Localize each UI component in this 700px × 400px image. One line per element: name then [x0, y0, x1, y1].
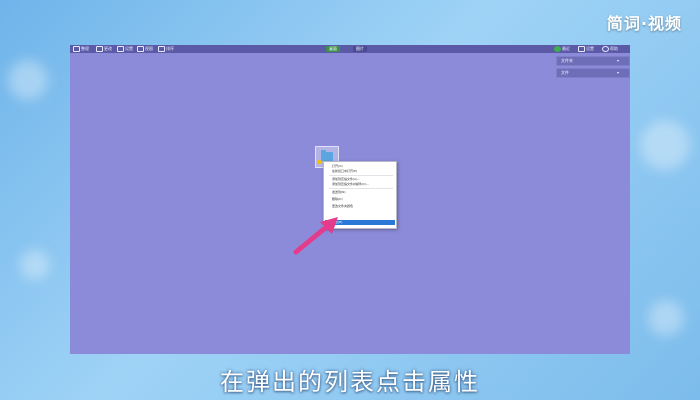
brand-logo: 简词·视频 [606, 14, 682, 33]
help-icon [602, 46, 609, 52]
arrow-shaft [293, 221, 333, 255]
sort-icon [158, 46, 165, 52]
tab-desktop[interactable]: 桌面 [326, 46, 340, 52]
toolbar-item-organize[interactable]: 整理 [73, 45, 89, 53]
view-icon [137, 46, 144, 52]
side-panel: 文件夹 ▾ 文件 ▾ [556, 56, 630, 80]
top-toolbar: 整理 更改 设置 视图 排序 桌面 图片 最近 设置 帮助 [70, 45, 630, 53]
chevron-down-icon: ▾ [616, 70, 619, 75]
side-panel-row-file[interactable]: 文件 ▾ [556, 68, 630, 78]
toolbar-item-change[interactable]: 更改 [96, 45, 112, 53]
background-bokeh [648, 300, 684, 336]
toolbar-item-sort[interactable]: 排序 [158, 45, 174, 53]
toolbar-item-settings[interactable]: 设置 [117, 45, 133, 53]
green-dot-icon [554, 46, 561, 52]
menu-item-send-to[interactable]: 发送到(N) [325, 190, 395, 195]
menu-item-add-to-archive-email[interactable]: 添加到压缩文件并邮件(C)... [325, 182, 395, 187]
lock-icon [317, 160, 321, 164]
toolbar-item-view[interactable]: 视图 [137, 45, 153, 53]
menu-item-folder-color[interactable]: 更改文件夹颜色 [325, 204, 395, 209]
menu-icon [73, 46, 80, 52]
toolbar-item-help[interactable]: 帮助 [602, 45, 618, 53]
chevron-down-icon: ▾ [616, 58, 619, 63]
pointer-arrow-icon [293, 217, 338, 255]
desktop-screen: 整理 更改 设置 视图 排序 桌面 图片 最近 设置 帮助 文件夹 ▾ 文件 ▾… [70, 45, 630, 354]
menu-separator [329, 188, 393, 189]
tab-pictures[interactable]: 图片 [353, 46, 367, 52]
folder-icon [321, 150, 333, 161]
side-panel-row-folder[interactable]: 文件夹 ▾ [556, 56, 630, 66]
toolbar-item-recent[interactable]: 最近 [554, 45, 570, 53]
toolbar-item-settings-right[interactable]: 设置 [578, 45, 594, 53]
video-caption: 在弹出的列表点击属性 [220, 368, 480, 396]
gear-icon [117, 46, 124, 52]
background-bokeh [640, 120, 690, 170]
menu-separator [329, 175, 393, 176]
menu-item-open-new-window[interactable]: 在新窗口中打开(E) [325, 169, 395, 174]
monitor-icon [96, 46, 103, 52]
menu-item-delete[interactable]: 删除(D) [325, 197, 395, 202]
background-bokeh [8, 60, 48, 100]
gear-icon [578, 46, 585, 52]
background-bokeh [20, 250, 50, 280]
